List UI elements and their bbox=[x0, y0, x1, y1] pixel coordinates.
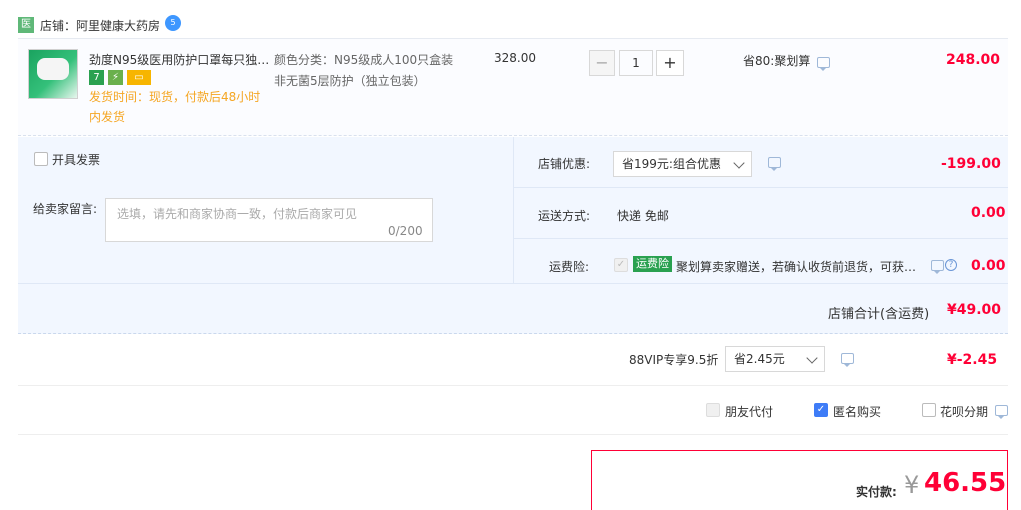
item-promo-text: 省80:聚划算 bbox=[743, 54, 811, 68]
shipping-amount: 0.00 bbox=[971, 205, 1006, 221]
friend-pay-checkbox[interactable] bbox=[706, 403, 720, 417]
payment-amount: 46.55 bbox=[924, 468, 1007, 498]
chevron-down-icon bbox=[733, 157, 745, 169]
shop-discount-select[interactable]: 省199元:组合优惠 bbox=[613, 151, 752, 177]
huabei-installment-label: 花呗分期 bbox=[940, 405, 989, 419]
seller-message-placeholder: 选填，请先和商家协商一致，付款后商家可见 bbox=[117, 207, 358, 221]
insurance-checkbox[interactable]: ✓ bbox=[614, 258, 628, 272]
panel-divider bbox=[513, 137, 514, 283]
row-divider bbox=[18, 283, 1008, 284]
delivery-time-line1: 发货时间：现货，付款后48小时 bbox=[89, 90, 261, 104]
insurance-description: 聚划算卖家赠送，若确认收货前退货，可获… bbox=[676, 260, 917, 274]
shop-discount-selected: 省199元:组合优惠 bbox=[622, 157, 721, 171]
sku-color-line2: 非无菌5层防护（独立包装） bbox=[274, 74, 426, 88]
row-divider bbox=[18, 385, 1008, 386]
shop-total-label: 店铺合计(含运费) bbox=[828, 307, 930, 322]
row-divider bbox=[18, 434, 1008, 435]
promo-comment-icon[interactable] bbox=[817, 57, 830, 71]
huabei-comment-icon[interactable] bbox=[995, 405, 1008, 419]
vip-discount-label: 88VIP专享9.5折 bbox=[629, 353, 719, 367]
quantity-increase-button[interactable]: + bbox=[656, 50, 684, 76]
invoice-checkbox[interactable] bbox=[34, 152, 48, 166]
insurance-comment-icon[interactable] bbox=[931, 260, 944, 274]
delivery-time-line2: 内发货 bbox=[89, 110, 126, 124]
card-payment-icon: ▭ bbox=[127, 70, 151, 85]
shop-discount-amount: -199.00 bbox=[941, 156, 1001, 172]
shop-total-amount: ¥49.00 bbox=[947, 302, 1002, 318]
question-help-icon[interactable]: ? bbox=[945, 259, 957, 271]
insurance-amount: 0.00 bbox=[971, 258, 1006, 274]
product-thumbnail[interactable] bbox=[28, 49, 78, 99]
huabei-installment-checkbox[interactable] bbox=[922, 403, 936, 417]
vip-discount-select[interactable]: 省2.45元 bbox=[725, 346, 825, 372]
shop-pharmacy-icon: 医 bbox=[18, 17, 34, 33]
vip-comment-icon[interactable] bbox=[841, 353, 854, 367]
invoice-label: 开具发票 bbox=[52, 153, 101, 167]
seven-day-return-icon: 7 bbox=[89, 70, 104, 85]
sku-color-line1: 颜色分类：N95级成人100只盒装 bbox=[274, 53, 454, 67]
anonymous-checkbox[interactable]: ✓ bbox=[814, 403, 828, 417]
express-icon: ⚡ bbox=[108, 70, 123, 85]
shipping-label: 运送方式: bbox=[538, 209, 591, 223]
shipping-value: 快递 免邮 bbox=[617, 209, 669, 223]
vip-discount-selected: 省2.45元 bbox=[734, 352, 785, 366]
product-title-link[interactable]: 劲度N95级医用防护口罩每只独… bbox=[89, 51, 269, 68]
friend-pay-label: 朋友代付 bbox=[725, 405, 774, 419]
row-divider bbox=[513, 238, 1008, 239]
insurance-label: 运费险: bbox=[549, 260, 590, 274]
vip-discount-amount: ¥-2.45 bbox=[947, 352, 998, 368]
insurance-tag: 运费险 bbox=[633, 256, 672, 272]
quantity-decrease-button[interactable]: − bbox=[589, 50, 615, 76]
anonymous-label: 匿名购买 bbox=[833, 405, 882, 419]
quantity-input[interactable]: 1 bbox=[619, 50, 653, 76]
message-char-counter: 0/200 bbox=[388, 224, 423, 238]
row-divider bbox=[513, 187, 1008, 188]
shop-name-link[interactable]: 店铺：阿里健康大药房 bbox=[40, 17, 160, 34]
unit-price: 328.00 bbox=[494, 51, 536, 65]
payment-currency: ¥ bbox=[904, 471, 920, 499]
chevron-down-icon bbox=[806, 352, 818, 364]
shop-discount-label: 店铺优惠: bbox=[538, 157, 591, 171]
payment-label: 实付款: bbox=[856, 485, 897, 499]
discount-comment-icon[interactable] bbox=[768, 157, 781, 171]
seller-message-label: 给卖家留言: bbox=[33, 202, 98, 216]
item-subtotal: 248.00 bbox=[946, 52, 1001, 68]
shop-badge-icon: 5 bbox=[165, 15, 181, 31]
